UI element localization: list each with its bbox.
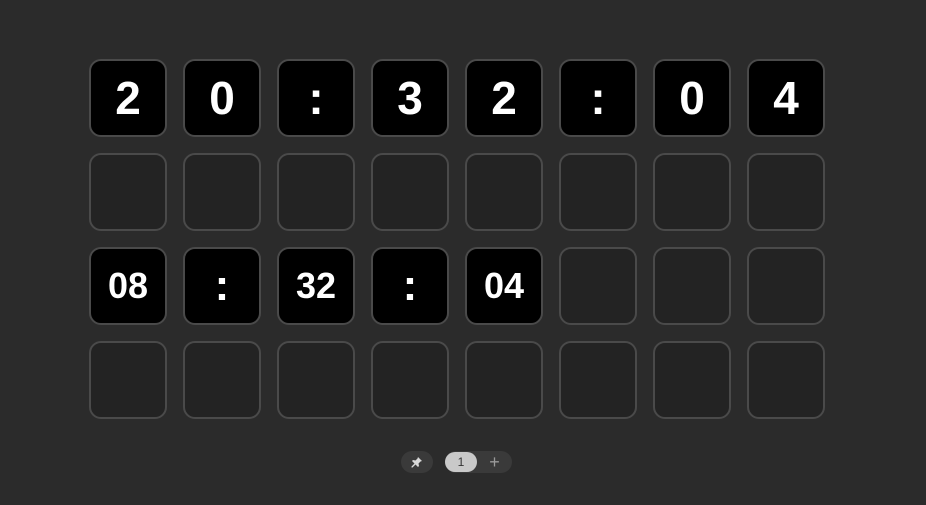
key-empty[interactable] (747, 341, 825, 419)
page-tab-1[interactable]: 1 (445, 452, 477, 472)
key-clock-hours[interactable]: 08 (89, 247, 167, 325)
key-clock-hour-tens[interactable]: 2 (89, 59, 167, 137)
key-empty[interactable] (371, 341, 449, 419)
key-empty[interactable] (89, 153, 167, 231)
key-clock-minutes[interactable]: 32 (277, 247, 355, 325)
page-tabs: 1 + (445, 451, 512, 473)
key-clock-minute-tens[interactable]: 3 (371, 59, 449, 137)
key-empty[interactable] (277, 341, 355, 419)
key-clock-colon[interactable]: : (183, 247, 261, 325)
key-empty[interactable] (653, 341, 731, 419)
key-clock-seconds[interactable]: 04 (465, 247, 543, 325)
key-empty[interactable] (559, 247, 637, 325)
key-empty[interactable] (653, 247, 731, 325)
key-empty[interactable] (183, 341, 261, 419)
key-empty[interactable] (277, 153, 355, 231)
key-clock-minute-ones[interactable]: 2 (465, 59, 543, 137)
key-grid: 2 0 : 3 2 : 0 4 08 : 32 : 04 (89, 59, 825, 419)
key-clock-hour-ones[interactable]: 0 (183, 59, 261, 137)
key-empty[interactable] (465, 341, 543, 419)
page-navigation: 1 + (401, 451, 512, 473)
key-empty[interactable] (559, 341, 637, 419)
key-empty[interactable] (183, 153, 261, 231)
key-clock-second-tens[interactable]: 0 (653, 59, 731, 137)
key-empty[interactable] (653, 153, 731, 231)
pin-button[interactable] (401, 451, 433, 473)
key-empty[interactable] (465, 153, 543, 231)
key-empty[interactable] (89, 341, 167, 419)
key-empty[interactable] (371, 153, 449, 231)
key-clock-colon[interactable]: : (559, 59, 637, 137)
key-empty[interactable] (747, 153, 825, 231)
key-clock-colon[interactable]: : (277, 59, 355, 137)
key-clock-second-ones[interactable]: 4 (747, 59, 825, 137)
key-empty[interactable] (747, 247, 825, 325)
key-clock-colon[interactable]: : (371, 247, 449, 325)
key-empty[interactable] (559, 153, 637, 231)
add-page-button[interactable]: + (477, 451, 512, 473)
pin-icon (411, 457, 422, 468)
